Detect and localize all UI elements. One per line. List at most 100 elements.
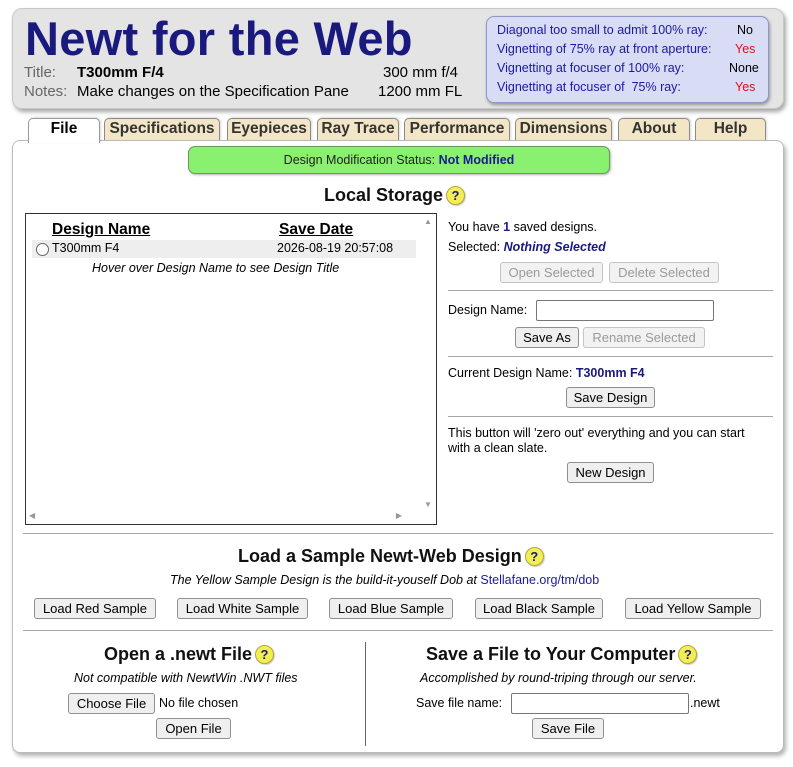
save-file-title: Save a File to Your Computer <box>426 644 676 664</box>
title-label: Title: <box>24 64 56 81</box>
design-name-label: Design Name: <box>448 303 528 317</box>
design-notes: Make changes on the Specification Pane <box>77 83 349 100</box>
tab-specifications[interactable]: Specifications <box>104 118 220 141</box>
horizontal-scrollbar[interactable]: ◀ ▶ <box>26 509 422 523</box>
help-icon[interactable]: ? <box>678 645 698 664</box>
design-list-row[interactable]: T300mm F4 2026-08-19 20:57:08 <box>32 240 416 258</box>
load-black-sample-button[interactable]: Load Black Sample <box>475 598 603 619</box>
vignetting-summary: Diagonal too small to admit 100% ray: No… <box>486 16 769 103</box>
divider <box>365 642 366 746</box>
tab-about[interactable]: About <box>618 118 690 141</box>
title-row: Title: T300mm F/4 <box>24 64 164 81</box>
saved-designs-list[interactable]: Design Name Save Date T300mm F4 2026-08-… <box>25 213 437 525</box>
divider <box>448 290 773 291</box>
help-icon[interactable]: ? <box>446 186 466 205</box>
save-date-cell: 2026-08-19 20:57:08 <box>277 241 394 255</box>
no-file-chosen-text: No file chosen <box>159 696 239 710</box>
vignetting-value: None <box>729 61 759 75</box>
save-file-button[interactable]: Save File <box>532 718 604 739</box>
tab-help[interactable]: Help <box>695 118 766 141</box>
samples-note: The Yellow Sample Design is the build-it… <box>170 573 599 587</box>
saved-count-text: You have 1 saved designs. <box>448 220 597 234</box>
vignetting-value: Yes <box>735 42 756 56</box>
help-icon[interactable]: ? <box>524 547 544 566</box>
current-design-text: Current Design Name: T300mm F4 <box>448 366 645 380</box>
divider <box>23 630 773 631</box>
rename-selected-button[interactable]: Rename Selected <box>583 327 705 348</box>
design-name-column-header[interactable]: Design Name <box>52 221 150 239</box>
selected-text: Selected: Nothing Selected <box>448 240 606 254</box>
new-design-button[interactable]: New Design <box>567 462 654 483</box>
notes-row: Notes: Make changes on the Specification … <box>24 83 349 100</box>
design-title: T300mm F/4 <box>77 64 164 81</box>
vignetting-label: Vignetting of 75% ray at front aperture: <box>497 42 712 56</box>
local-storage-title: Local Storage <box>324 185 444 205</box>
save-file-heading: Save a File to Your Computer? <box>426 644 698 665</box>
samples-heading: Load a Sample Newt-Web Design? <box>238 546 544 567</box>
vignetting-label: Diagonal too small to admit 100% ray: <box>497 23 708 37</box>
design-name-cell[interactable]: T300mm F4 <box>52 241 119 255</box>
local-storage-heading: Local Storage? <box>324 185 466 206</box>
saved-count: 1 <box>503 220 511 234</box>
tab-dimensions[interactable]: Dimensions <box>515 118 612 141</box>
scroll-left-icon[interactable]: ◀ <box>29 511 35 520</box>
choose-file-button[interactable]: Choose File <box>68 693 155 714</box>
scroll-up-icon[interactable]: ▲ <box>424 217 432 226</box>
help-icon[interactable]: ? <box>255 645 275 664</box>
current-design-label: Current Design Name: <box>448 366 573 380</box>
load-yellow-sample-button[interactable]: Load Yellow Sample <box>625 598 761 619</box>
saved-count-suffix: saved designs. <box>513 220 597 234</box>
f-ratio: 300 mm f/4 <box>383 64 459 81</box>
save-file-note: Accomplished by round-triping through ou… <box>420 671 697 685</box>
load-white-sample-button[interactable]: Load White Sample <box>177 598 308 619</box>
delete-selected-button[interactable]: Delete Selected <box>609 262 719 283</box>
status-value: Not Modified <box>438 153 515 167</box>
save-file-name-input[interactable] <box>511 693 689 714</box>
stellafane-link[interactable]: Stellafane.org/tm/dob <box>480 573 599 587</box>
vignetting-value: No <box>737 23 753 37</box>
zero-out-text: This button will 'zero out' everything a… <box>448 426 745 440</box>
app-title: Newt for the Web <box>25 12 413 65</box>
file-pane: Design Modification Status: Not Modified… <box>12 140 784 753</box>
scroll-down-icon[interactable]: ▼ <box>424 500 432 509</box>
focal-length: 1200 mm FL <box>378 83 463 100</box>
tab-performance[interactable]: Performance <box>404 118 510 141</box>
open-file-button[interactable]: Open File <box>156 718 231 739</box>
selected-value: Nothing Selected <box>503 240 606 254</box>
save-as-button[interactable]: Save As <box>515 327 579 348</box>
selected-label: Selected: <box>448 240 501 254</box>
tab-eyepieces[interactable]: Eyepieces <box>227 118 311 141</box>
load-red-sample-button[interactable]: Load Red Sample <box>34 598 156 619</box>
file-extension: .newt <box>690 696 720 710</box>
save-design-button[interactable]: Save Design <box>566 387 655 408</box>
divider <box>448 356 773 357</box>
vertical-scrollbar[interactable]: ▲ ▼ <box>421 214 435 510</box>
current-design-name: T300mm F4 <box>575 366 645 380</box>
open-file-note: Not compatible with NewtWin .NWT files <box>74 671 298 685</box>
zero-out-text: with a clean slate. <box>448 441 548 455</box>
open-file-heading: Open a .newt File? <box>104 644 275 665</box>
divider <box>23 533 773 534</box>
hover-hint: Hover over Design Name to see Design Tit… <box>92 261 340 275</box>
design-radio-button[interactable] <box>36 243 49 256</box>
header-panel: Newt for the Web Title: T300mm F/4 Notes:… <box>12 8 784 109</box>
scroll-right-icon[interactable]: ▶ <box>396 511 402 520</box>
open-file-title: Open a .newt File <box>104 644 253 664</box>
save-date-column-header[interactable]: Save Date <box>279 221 353 239</box>
vignetting-label: Vignetting at focuser of 100% ray: <box>497 61 685 75</box>
modification-status: Design Modification Status: Not Modified <box>188 146 610 174</box>
divider <box>448 416 773 417</box>
save-file-name-label: Save file name: <box>416 696 503 710</box>
load-blue-sample-button[interactable]: Load Blue Sample <box>329 598 453 619</box>
vignetting-value: Yes <box>735 80 756 94</box>
tab-ray-trace[interactable]: Ray Trace <box>317 118 399 141</box>
samples-note-text: The Yellow Sample Design is the build-it… <box>170 573 477 587</box>
notes-label: Notes: <box>24 83 68 100</box>
tab-file[interactable]: File <box>28 118 100 143</box>
saved-count-prefix: You have <box>448 220 500 234</box>
status-label: Design Modification Status: <box>283 153 436 167</box>
vignetting-label: Vignetting at focuser of 75% ray: <box>497 80 681 94</box>
design-name-input[interactable] <box>536 300 714 321</box>
open-selected-button[interactable]: Open Selected <box>500 262 603 283</box>
samples-title: Load a Sample Newt-Web Design <box>238 546 522 566</box>
